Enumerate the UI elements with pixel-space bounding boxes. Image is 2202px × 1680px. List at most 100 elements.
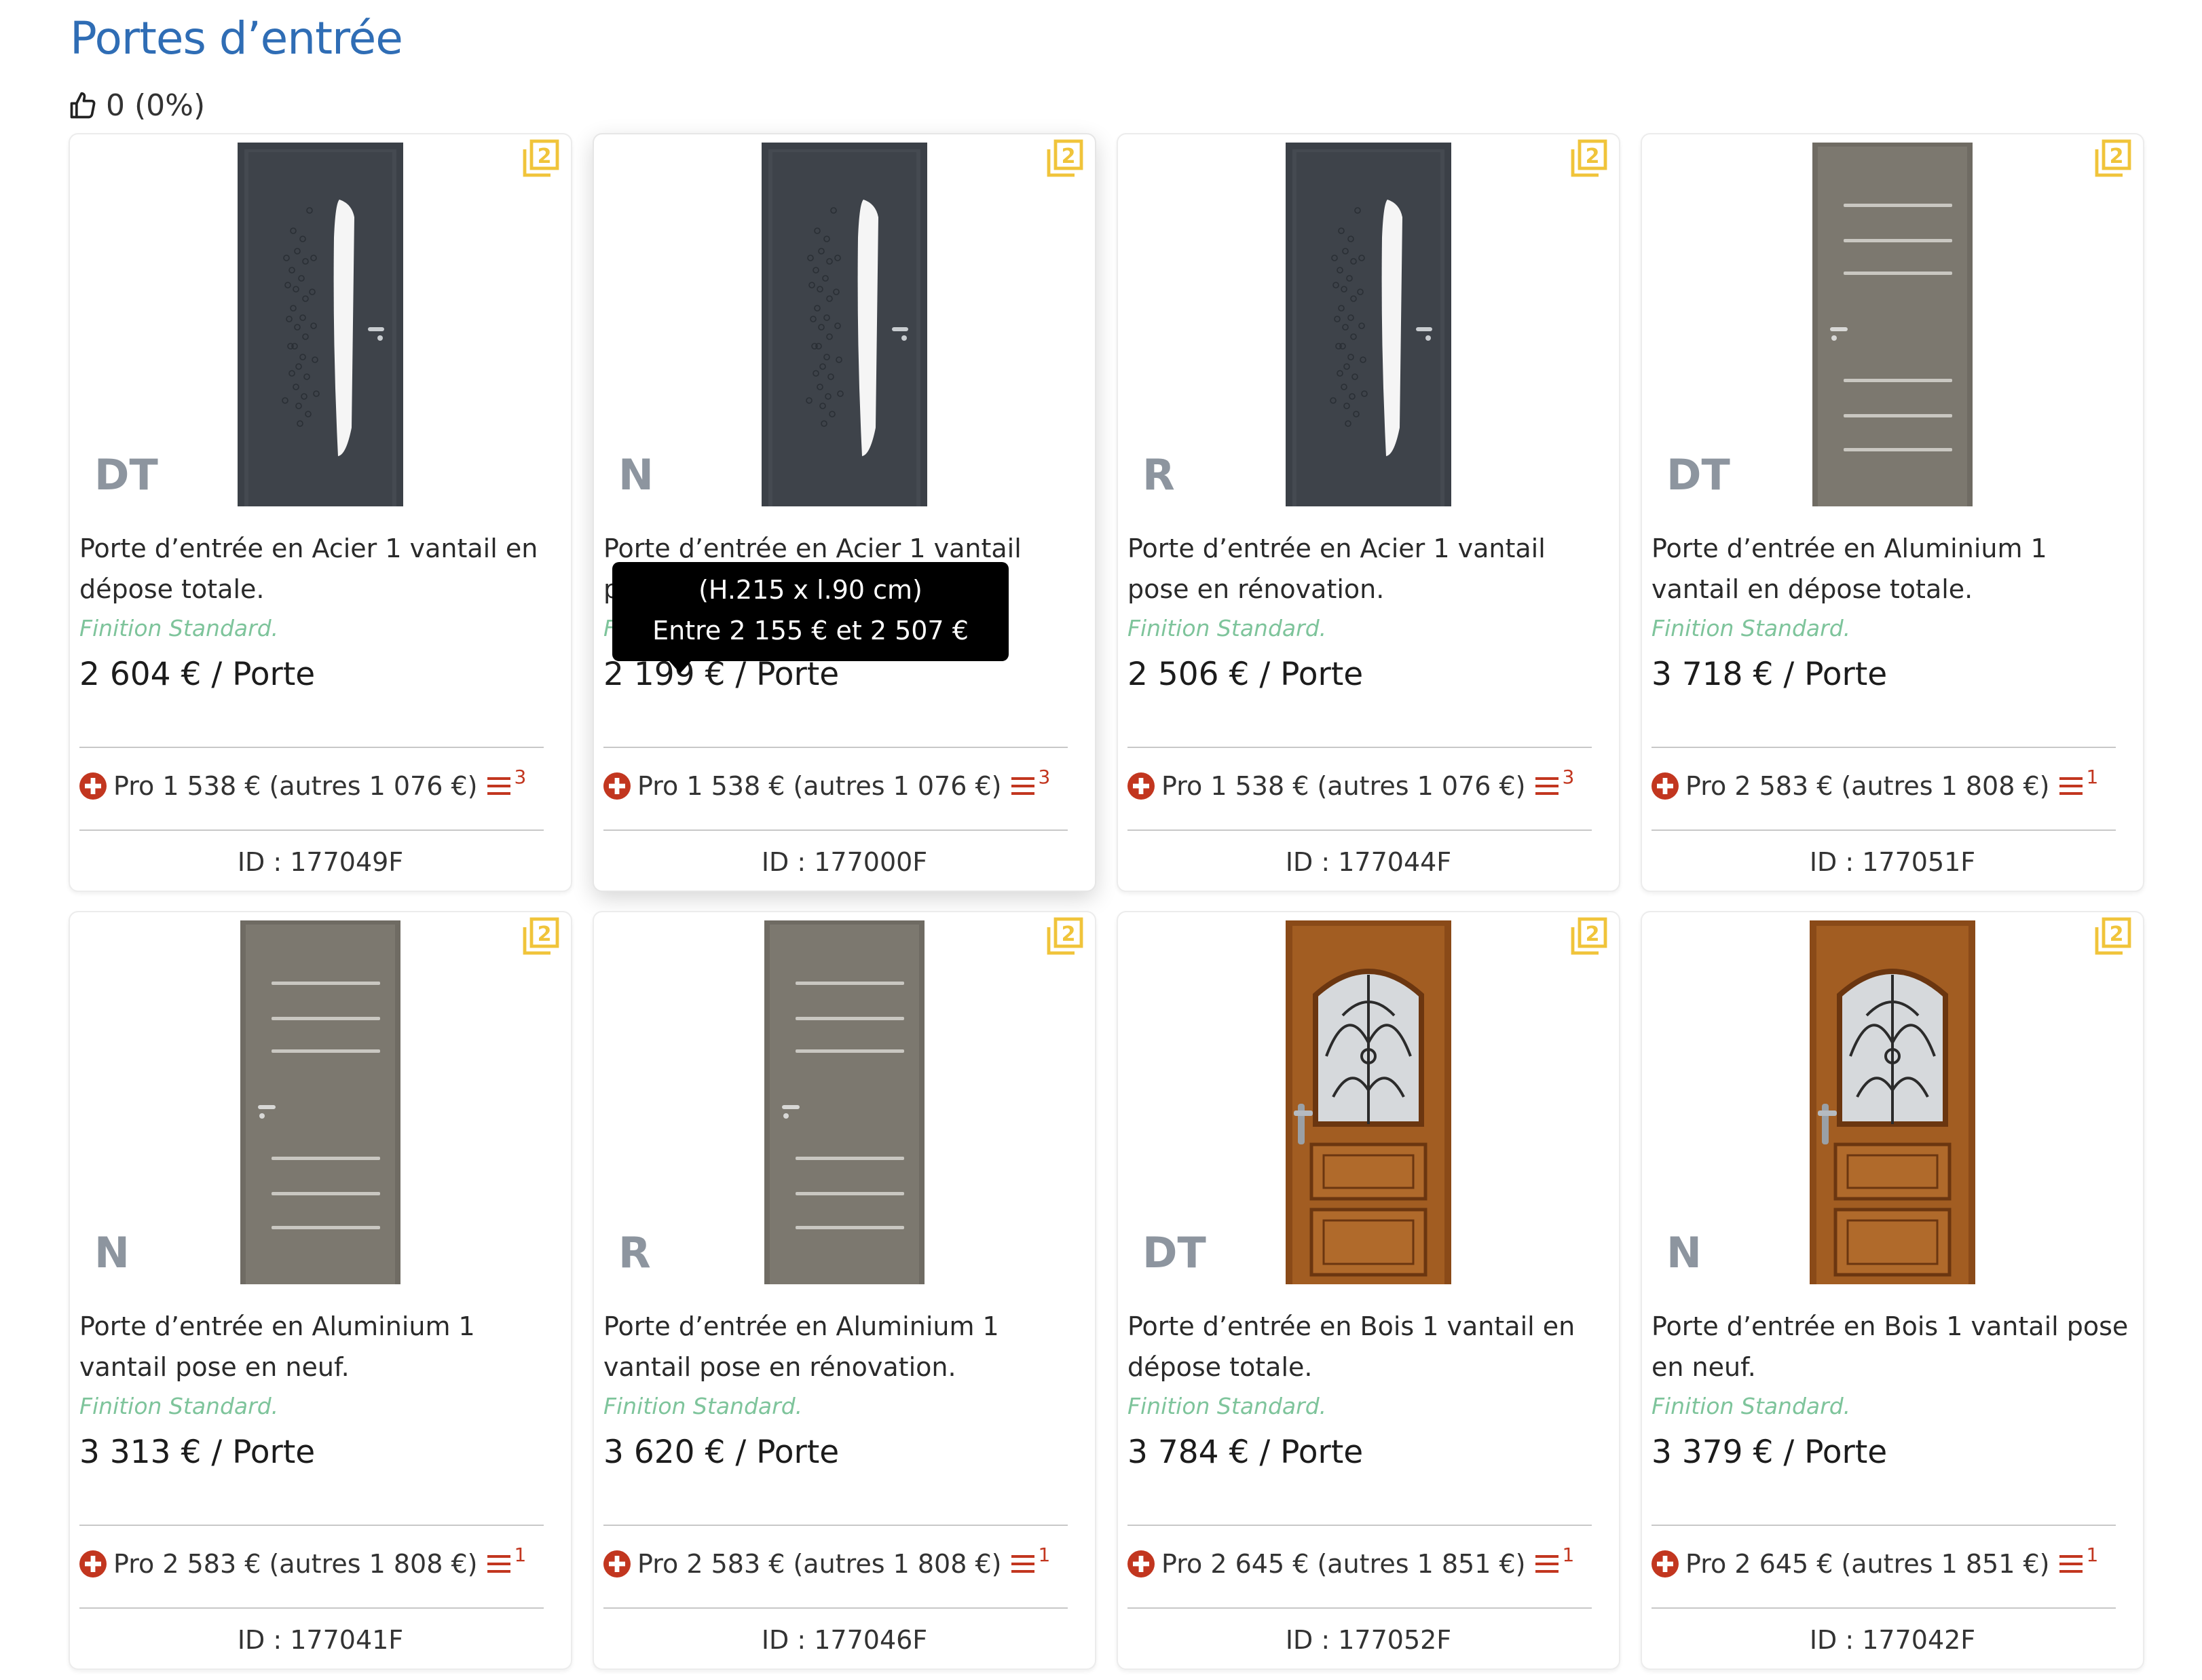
plus-circle-icon[interactable]	[79, 772, 107, 800]
list-icon	[487, 777, 510, 795]
product-description[interactable]: Porte d’entrée en Aluminium 1 vantail en…	[1652, 528, 2135, 610]
product-id: ID : 177049F	[237, 847, 404, 877]
list-icon	[1011, 1555, 1034, 1573]
product-description[interactable]: Porte d’entrée en Acier 1 vantail pose e…	[1127, 528, 1611, 610]
pro-price-row[interactable]: Pro 2 583 € (autres 1 808 €) 1	[603, 1544, 1050, 1579]
pro-price-row[interactable]: Pro 1 538 € (autres 1 076 €) 3	[79, 766, 526, 801]
compare-icon[interactable]: 2	[1045, 137, 1085, 179]
product-price[interactable]: 2 604 € / Porte	[79, 656, 315, 693]
plus-circle-icon[interactable]	[1127, 1550, 1155, 1578]
pro-price-row[interactable]: Pro 2 583 € (autres 1 808 €) 1	[79, 1544, 526, 1579]
product-card[interactable]: 2 N Porte d’entrée en Bois 1 vantail pose …	[1641, 911, 2144, 1670]
compare-icon[interactable]: 2	[521, 137, 561, 179]
product-card[interactable]: 2 DT Porte d’entrée en Aluminium 1 vantail…	[1641, 133, 2144, 892]
svg-text:2: 2	[538, 922, 552, 946]
door-image	[240, 920, 400, 1284]
pro-price: Pro 1 538 € (autres 1 076 €)	[1161, 771, 1526, 801]
compare-icon[interactable]: 2	[521, 915, 561, 957]
list-count: 1	[2086, 1543, 2099, 1566]
compare-icon[interactable]: 2	[1569, 915, 1609, 957]
svg-text:2: 2	[1062, 922, 1076, 946]
divider	[1127, 747, 1592, 748]
pro-price-row[interactable]: Pro 1 538 € (autres 1 076 €) 3	[603, 766, 1050, 801]
pose-badge: DT	[1142, 1228, 1206, 1277]
likes-counter[interactable]: 0 (0%)	[68, 88, 205, 123]
divider	[1127, 829, 1592, 831]
divider	[1127, 1607, 1592, 1609]
divider	[603, 1607, 1068, 1609]
pro-price-row[interactable]: Pro 2 645 € (autres 1 851 €) 1	[1127, 1544, 1574, 1579]
tooltip-price-range: Entre 2 155 € et 2 507 €	[652, 616, 969, 646]
door-image	[1812, 143, 1973, 506]
plus-circle-icon[interactable]	[603, 1550, 631, 1578]
pro-price: Pro 2 645 € (autres 1 851 €)	[1161, 1549, 1526, 1579]
divider	[603, 747, 1068, 748]
product-id: ID : 177052F	[1285, 1625, 1452, 1655]
product-finish: Finition Standard.	[1652, 615, 1851, 641]
product-price[interactable]: 3 379 € / Porte	[1652, 1434, 1887, 1471]
product-price[interactable]: 3 718 € / Porte	[1652, 656, 1887, 693]
compare-icon[interactable]: 2	[1569, 137, 1609, 179]
product-price[interactable]: 2 506 € / Porte	[1127, 656, 1363, 693]
product-card[interactable]: 2 N Porte d’entrée en Aluminium 1 vantail …	[69, 911, 572, 1670]
product-finish: Finition Standard.	[79, 615, 279, 641]
likes-count: 0 (0%)	[106, 88, 206, 123]
product-card[interactable]: 2 DT Porte d’entrée en Bois 1 vantail en d…	[1117, 911, 1620, 1670]
price-tooltip: (H.215 x l.90 cm) Entre 2 155 € et 2 507…	[612, 562, 1009, 673]
product-price[interactable]: 3 313 € / Porte	[79, 1434, 315, 1471]
plus-circle-icon[interactable]	[79, 1550, 107, 1578]
svg-text:2: 2	[1586, 922, 1600, 946]
product-finish: Finition Standard.	[1127, 1393, 1327, 1419]
divider	[603, 1525, 1068, 1526]
product-id: ID : 177044F	[1285, 847, 1452, 877]
plus-circle-icon[interactable]	[1127, 772, 1155, 800]
plus-circle-icon[interactable]	[1652, 1550, 1679, 1578]
product-id: ID : 177041F	[237, 1625, 404, 1655]
list-icon	[2059, 1555, 2083, 1573]
list-count: 1	[2086, 765, 2099, 788]
product-price[interactable]: 3 620 € / Porte	[603, 1434, 839, 1471]
pro-price-row[interactable]: Pro 2 583 € (autres 1 808 €) 1	[1652, 766, 2098, 801]
pro-price-row[interactable]: Pro 1 538 € (autres 1 076 €) 3	[1127, 766, 1574, 801]
pro-price-row[interactable]: Pro 2 645 € (autres 1 851 €) 1	[1652, 1544, 2098, 1579]
product-description[interactable]: Porte d’entrée en Bois 1 vantail pose en…	[1652, 1306, 2135, 1387]
product-grid: 2 DT Porte d’entrée en Acier 1 vantail en …	[69, 133, 2144, 1670]
product-id: ID : 177000F	[761, 847, 928, 877]
product-card[interactable]: 2 R Porte d’entrée en Aluminium 1 vantail …	[593, 911, 1096, 1670]
product-finish: Finition Standard.	[79, 1393, 279, 1419]
pro-price: Pro 2 645 € (autres 1 851 €)	[1685, 1549, 2050, 1579]
compare-icon[interactable]: 2	[2093, 915, 2133, 957]
product-description[interactable]: Porte d’entrée en Aluminium 1 vantail po…	[79, 1306, 563, 1387]
door-image	[762, 143, 927, 506]
pose-badge: N	[94, 1228, 130, 1277]
compare-icon[interactable]: 2	[2093, 137, 2133, 179]
plus-circle-icon[interactable]	[1652, 772, 1679, 800]
divider	[1652, 747, 2116, 748]
pose-badge: DT	[94, 450, 158, 500]
product-card[interactable]: 2 R Porte d’entrée en Acier 1 vantail pose…	[1117, 133, 1620, 892]
plus-circle-icon[interactable]	[603, 772, 631, 800]
thumbs-up-icon	[70, 92, 96, 118]
product-price[interactable]: 2 199 € / Porte	[603, 656, 839, 693]
door-image	[238, 143, 403, 506]
compare-icon[interactable]: 2	[1045, 915, 1085, 957]
product-price[interactable]: 3 784 € / Porte	[1127, 1434, 1363, 1471]
list-count: 3	[1562, 765, 1575, 788]
tooltip-dimensions: (H.215 x l.90 cm)	[698, 575, 922, 605]
pro-price: Pro 1 538 € (autres 1 076 €)	[637, 771, 1002, 801]
divider	[79, 1525, 544, 1526]
product-finish: Finition Standard.	[1127, 615, 1327, 641]
divider	[1127, 1525, 1592, 1526]
product-card[interactable]: 2NPorte d’entrée en Acier 1 vantail pose…	[593, 133, 1096, 892]
product-description[interactable]: Porte d’entrée en Aluminium 1 vantail po…	[603, 1306, 1087, 1387]
product-card[interactable]: 2 DT Porte d’entrée en Acier 1 vantail en …	[69, 133, 572, 892]
svg-text:2: 2	[1586, 145, 1600, 168]
svg-text:2: 2	[538, 145, 552, 168]
product-description[interactable]: Porte d’entrée en Acier 1 vantail en dép…	[79, 528, 563, 610]
door-image	[1286, 143, 1451, 506]
door-image	[1810, 920, 1975, 1284]
list-icon	[487, 1555, 510, 1573]
divider	[1652, 1607, 2116, 1609]
list-icon	[1011, 777, 1034, 795]
product-description[interactable]: Porte d’entrée en Bois 1 vantail en dépo…	[1127, 1306, 1611, 1387]
